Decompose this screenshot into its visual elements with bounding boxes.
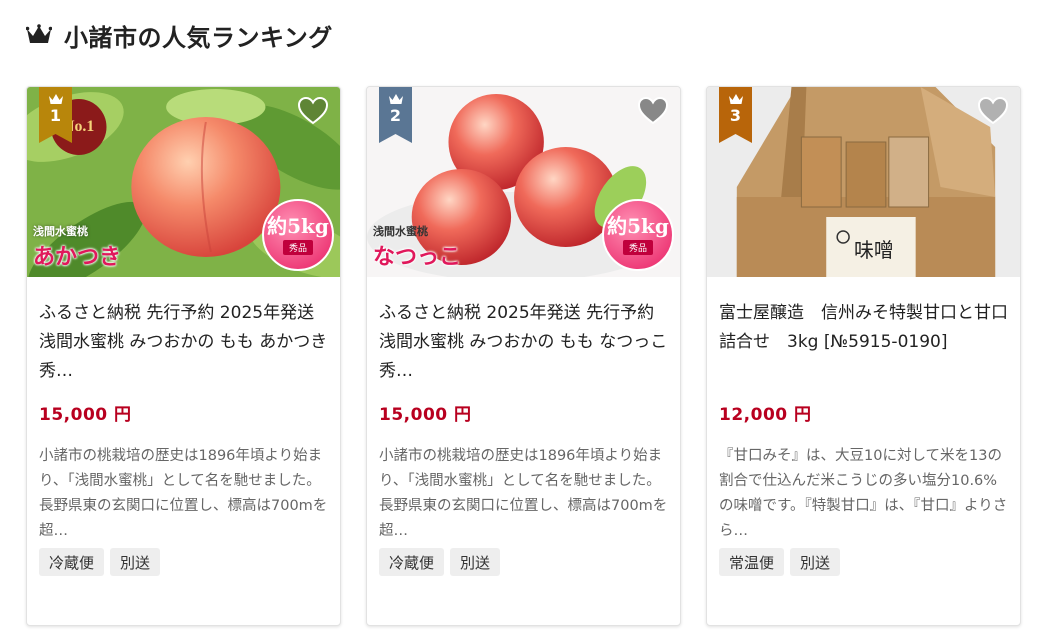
crown-icon xyxy=(388,94,403,104)
shipping-tags: 常温便 別送 xyxy=(719,548,1008,576)
weight-badge: 約5kg 秀品 xyxy=(262,199,334,271)
product-description: 『甘口みそ』は、大豆10に対して米を13の割合で仕込んだ米こうじの多い塩分10.… xyxy=(719,448,1008,539)
ranking-card-1[interactable]: No.1 1 浅間水蜜桃 あかつき 約5kg 秀品 ふるさと納税 先行予約 20… xyxy=(26,86,341,626)
tag-shipping-type: 冷蔵便 xyxy=(39,548,105,576)
heart-icon xyxy=(978,97,1008,125)
tag-separate: 別送 xyxy=(110,548,161,576)
crown-icon xyxy=(728,94,743,104)
favorite-button[interactable] xyxy=(296,95,330,127)
ranking-header: 小諸市の人気ランキング xyxy=(26,18,333,52)
ranking-card-3[interactable]: 味噌 3 富士屋醸造 信州みそ特製甘口と甘口詰合せ 3kg [№5915-019… xyxy=(706,86,1021,626)
weight-badge: 約5kg 秀品 xyxy=(602,199,674,271)
product-title[interactable]: ふるさと納税 2025年発送 先行予約 浅間水蜜桃 みつおかの もも なつっこ … xyxy=(379,299,668,386)
ranking-list: No.1 1 浅間水蜜桃 あかつき 約5kg 秀品 ふるさと納税 先行予約 20… xyxy=(26,86,1026,634)
crown-icon xyxy=(26,24,52,43)
tag-separate: 別送 xyxy=(450,548,501,576)
page-title: 小諸市の人気ランキング xyxy=(64,23,333,52)
tag-shipping-type: 冷蔵便 xyxy=(379,548,445,576)
miso-box-photo: 味噌 xyxy=(707,87,1020,277)
ranking-card-2[interactable]: 2 浅間水蜜桃 なつっこ 約5kg 秀品 ふるさと納税 2025年発送 先行予約… xyxy=(366,86,681,626)
product-price: 12,000 円 xyxy=(719,405,812,425)
heart-icon xyxy=(298,97,328,125)
favorite-button[interactable] xyxy=(976,95,1010,127)
product-title[interactable]: ふるさと納税 先行予約 2025年発送 浅間水蜜桃 みつおかの もも あかつき … xyxy=(39,299,328,386)
shipping-tags: 冷蔵便 別送 xyxy=(379,548,668,576)
product-price: 15,000 円 xyxy=(379,405,472,425)
product-title[interactable]: 富士屋醸造 信州みそ特製甘口と甘口詰合せ 3kg [№5915-0190] xyxy=(719,299,1008,386)
rank-number: 2 xyxy=(389,106,402,125)
product-description: 小諸市の桃栽培の歴史は1896年頃より始まり、「浅間水蜜桃」として名を馳せました… xyxy=(39,448,328,539)
variety-label: 浅間水蜜桃 あかつき xyxy=(33,225,122,270)
product-image[interactable]: No.1 1 浅間水蜜桃 あかつき 約5kg 秀品 xyxy=(27,87,340,277)
tag-shipping-type: 常温便 xyxy=(719,548,785,576)
rank-number: 1 xyxy=(49,106,62,125)
box-label: 味噌 xyxy=(854,239,894,262)
favorite-button[interactable] xyxy=(636,95,670,127)
product-image[interactable]: 味噌 3 xyxy=(707,87,1020,277)
variety-label: 浅間水蜜桃 なつっこ xyxy=(373,225,462,270)
tag-separate: 別送 xyxy=(790,548,841,576)
crown-icon xyxy=(48,94,63,104)
product-description: 小諸市の桃栽培の歴史は1896年頃より始まり、「浅間水蜜桃」として名を馳せました… xyxy=(379,448,668,539)
product-image[interactable]: 2 浅間水蜜桃 なつっこ 約5kg 秀品 xyxy=(367,87,680,277)
product-price: 15,000 円 xyxy=(39,405,132,425)
rank-number: 3 xyxy=(729,106,742,125)
heart-icon xyxy=(638,97,668,125)
shipping-tags: 冷蔵便 別送 xyxy=(39,548,328,576)
